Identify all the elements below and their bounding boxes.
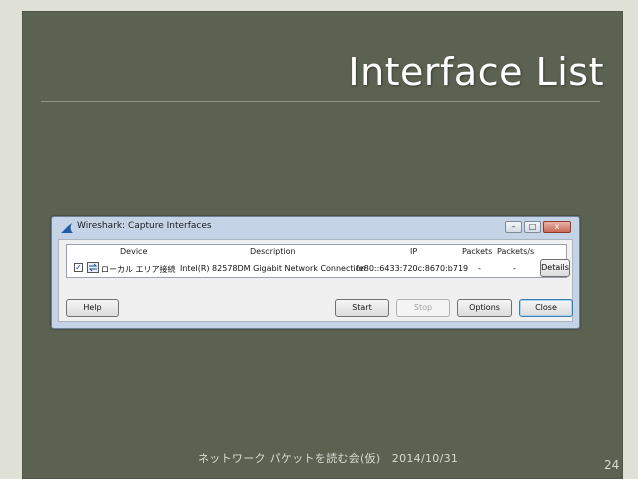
column-header-device: Device [120, 247, 148, 256]
device-ip: fe80::6433:720c:8670:b719 [356, 264, 469, 273]
window-client-area: Device Description IP Packets Packets/s … [58, 239, 573, 322]
slide-title: Interface List [348, 50, 604, 94]
window-close-button[interactable]: x [543, 221, 571, 233]
slide-footer: ネットワーク パケットを読む会(仮) 2014/10/31 [198, 452, 459, 465]
interface-table: Device Description IP Packets Packets/s … [66, 244, 570, 278]
column-header-description: Description [250, 247, 296, 256]
minimize-button[interactable]: – [505, 221, 522, 233]
start-button[interactable]: Start [335, 299, 389, 317]
column-header-packets: Packets [462, 247, 493, 256]
wireshark-fin-icon [61, 223, 73, 233]
capture-interfaces-window: Wireshark: Capture Interfaces – □ x Devi… [51, 216, 580, 329]
device-name: ローカル エリア接続 [101, 265, 176, 274]
page-number: 24 [604, 458, 620, 472]
device-description: Intel(R) 82578DM Gigabit Network Connect… [180, 264, 366, 273]
column-header-packets-per-sec: Packets/s [497, 247, 535, 256]
help-button[interactable]: Help [66, 299, 119, 317]
stop-button[interactable]: Stop [396, 299, 450, 317]
column-header-ip: IP [410, 247, 418, 256]
title-divider [41, 101, 600, 102]
close-button[interactable]: Close [519, 299, 573, 317]
window-titlebar[interactable]: Wireshark: Capture Interfaces – □ x [52, 217, 579, 239]
details-button[interactable]: Details [540, 259, 570, 277]
options-button[interactable]: Options [457, 299, 512, 317]
packets-count: - [478, 264, 481, 273]
window-title: Wireshark: Capture Interfaces [77, 221, 212, 231]
network-adapter-icon [87, 262, 99, 273]
packets-per-sec: - [513, 264, 516, 273]
maximize-button[interactable]: □ [524, 221, 541, 233]
interface-checkbox[interactable]: ✓ [74, 263, 83, 272]
